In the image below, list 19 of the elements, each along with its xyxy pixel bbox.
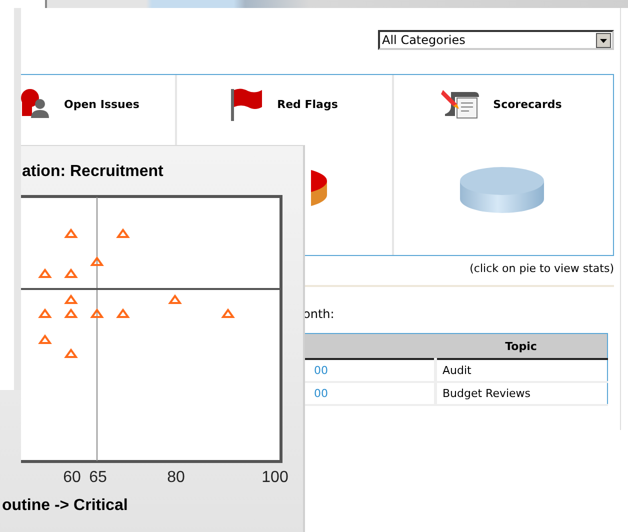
category-dropdown[interactable]: All Categories <box>378 30 614 50</box>
table-link[interactable]: 00 <box>314 387 328 400</box>
axis-tick-label: 100 <box>262 469 288 487</box>
pie-hint-text: (click on pie to view stats) <box>468 262 614 275</box>
axis-label: outine -> Critical <box>2 497 129 515</box>
column-header: Topic <box>435 334 608 359</box>
scroll-with-pen-icon <box>441 88 480 120</box>
panel-title[interactable]: Scorecards <box>493 98 562 110</box>
axis-tick-label: 60 <box>63 469 81 487</box>
axis-tick-label: 80 <box>167 469 185 487</box>
flag-icon <box>231 87 264 121</box>
axis-tick-label: 65 <box>89 469 107 487</box>
panel-title[interactable]: Open Issues <box>64 98 140 110</box>
person-icon <box>20 88 50 120</box>
table-cell: Budget Reviews <box>435 382 608 405</box>
chart-title: ation: Recruitment <box>21 162 164 182</box>
table-link[interactable]: 00 <box>314 364 328 377</box>
table-cell: Audit <box>435 359 608 382</box>
panel-title[interactable]: Red Flags <box>277 98 338 110</box>
